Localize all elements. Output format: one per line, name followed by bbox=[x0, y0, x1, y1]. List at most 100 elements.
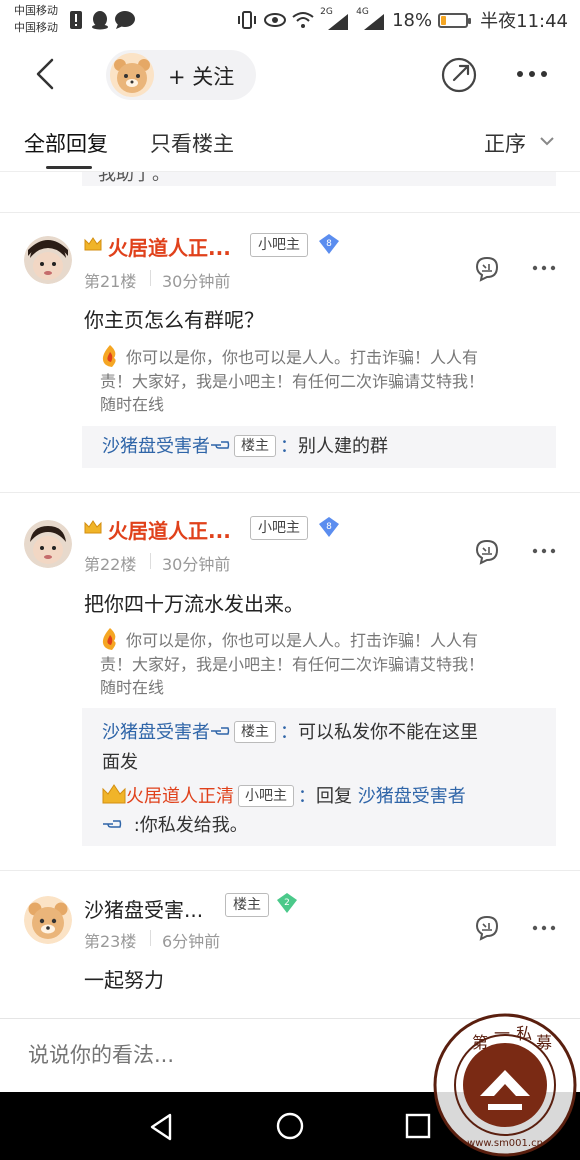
post-time: 6分钟前 bbox=[162, 932, 221, 951]
chevron-down-icon[interactable] bbox=[538, 132, 556, 150]
sub-reply-continuation: 面发 bbox=[102, 752, 138, 773]
divider bbox=[0, 212, 580, 213]
message-icon bbox=[115, 11, 135, 29]
bear-icon bbox=[110, 53, 154, 97]
svg-text:8: 8 bbox=[326, 239, 332, 249]
nav-home-icon[interactable] bbox=[275, 1111, 305, 1141]
op-badge: 楼主 bbox=[234, 435, 276, 457]
avatar[interactable] bbox=[24, 520, 72, 568]
reply-tabs: 全部回复 只看楼主 正序 bbox=[0, 112, 580, 172]
follow-label: + 关注 bbox=[168, 65, 235, 89]
svg-text:2: 2 bbox=[284, 898, 290, 908]
crown-icon bbox=[84, 237, 102, 251]
eye-icon bbox=[264, 13, 287, 27]
child-avatar-icon bbox=[24, 520, 72, 568]
signature-line: 你可以是你，你也可以是人人。打击诈骗！人人有 bbox=[126, 631, 479, 650]
more-button[interactable] bbox=[512, 64, 552, 84]
sub-reply-continuation: :你私发给我。 bbox=[102, 813, 248, 839]
signature-flame-icon bbox=[102, 345, 116, 367]
post-content: 把你四十万流水发出来。 bbox=[84, 592, 304, 616]
signal-1-icon: 2G bbox=[320, 7, 350, 30]
svg-text:www.sm001.cn: www.sm001.cn bbox=[467, 1138, 543, 1149]
sub-replies-box: 沙猪盘受害者 楼主 ：可以私发你不能在这里 面发 火居道人正清 小吧主 ：回复 沙猪盘受… bbox=[82, 708, 556, 846]
battery-icon bbox=[438, 12, 472, 28]
crown-icon bbox=[84, 520, 102, 534]
divider bbox=[0, 492, 580, 493]
sort-order-toggle[interactable]: 正序 bbox=[484, 128, 526, 158]
sub-replies-box: 沙猪盘受害者 楼主 ：别人建的群 bbox=[82, 426, 556, 468]
signature-line: 你可以是你，你也可以是人人。打击诈骗！人人有 bbox=[126, 348, 479, 367]
sub-reply-author[interactable]: 沙猪盘受害者 bbox=[102, 436, 210, 457]
pointing-hand-icon bbox=[211, 727, 230, 735]
child-avatar-icon bbox=[24, 236, 72, 284]
sub-reply[interactable]: 沙猪盘受害者 楼主 ：可以私发你不能在这里 bbox=[102, 720, 478, 746]
back-button[interactable] bbox=[26, 54, 66, 94]
op-badge: 楼主 bbox=[234, 721, 276, 743]
tab-active-indicator bbox=[46, 166, 92, 169]
reply-icon[interactable] bbox=[473, 538, 501, 566]
signal-2-icon: 4G bbox=[356, 7, 386, 30]
username[interactable]: 沙猪盘受害... bbox=[84, 894, 203, 923]
tab-all-replies[interactable]: 全部回复 bbox=[24, 128, 108, 158]
tab-only-op[interactable]: 只看楼主 bbox=[150, 128, 234, 158]
svg-text:8: 8 bbox=[326, 522, 332, 532]
post-more-icon[interactable] bbox=[532, 924, 556, 932]
sub-reply[interactable]: 沙猪盘受害者 楼主 ：别人建的群 bbox=[102, 434, 388, 460]
sub-reply-author[interactable]: 火居道人正清 bbox=[126, 786, 234, 807]
vibrate-icon bbox=[238, 11, 257, 29]
post-content: 一起努力 bbox=[84, 968, 164, 992]
svg-text:私: 私 bbox=[516, 1024, 532, 1043]
forum-avatar bbox=[110, 53, 154, 97]
signature-line: 随时在线 bbox=[100, 678, 165, 697]
watermark-seal-logo: 第 一 私 募 www.sm001.cn bbox=[433, 1013, 577, 1157]
signature-flame-icon bbox=[102, 628, 116, 650]
qq-icon bbox=[92, 11, 108, 30]
post-content: 你主页怎么有群呢？ bbox=[84, 308, 264, 332]
level-badge-icon: 2 bbox=[277, 893, 297, 913]
floor-number: 第23楼 bbox=[84, 932, 137, 951]
avatar[interactable] bbox=[24, 896, 72, 944]
top-nav: + 关注 bbox=[0, 40, 580, 112]
reply-input[interactable] bbox=[28, 1043, 408, 1067]
carrier-2: 中国移动 bbox=[14, 21, 58, 34]
signature-line: 随时在线 bbox=[100, 395, 165, 414]
signature-line: 责！大家好，我是小吧主！有任何二次诈骗请艾特我！ bbox=[100, 372, 485, 391]
username[interactable]: 火居道人正... bbox=[108, 515, 231, 544]
nav-recents-icon[interactable] bbox=[404, 1112, 432, 1140]
bear-icon bbox=[24, 896, 72, 944]
status-bar: 中国移动 中国移动 2G 4G 18% 半夜11:44 bbox=[0, 0, 580, 40]
floor-number: 第22楼 bbox=[84, 555, 137, 574]
crown-icon bbox=[102, 784, 126, 804]
sub-reply-text: 可以私发你不能在这里 bbox=[298, 722, 478, 743]
reply-icon[interactable] bbox=[473, 914, 501, 942]
carrier-1: 中国移动 bbox=[14, 4, 58, 17]
svg-text:第: 第 bbox=[472, 1033, 488, 1052]
post-more-icon[interactable] bbox=[532, 264, 556, 272]
post-more-icon[interactable] bbox=[532, 547, 556, 555]
role-badge: 小吧主 bbox=[250, 233, 308, 257]
nav-back-icon[interactable] bbox=[146, 1112, 176, 1142]
post-time: 30分钟前 bbox=[162, 555, 231, 574]
username[interactable]: 火居道人正... bbox=[108, 232, 231, 261]
level-badge-icon: 8 bbox=[319, 517, 339, 537]
sub-reply[interactable]: 火居道人正清 小吧主 ：回复 沙猪盘受害者 bbox=[102, 783, 466, 810]
post-time: 30分钟前 bbox=[162, 272, 231, 291]
meta-divider bbox=[150, 553, 151, 569]
share-button[interactable] bbox=[440, 56, 478, 94]
meta-divider bbox=[150, 930, 151, 946]
reply-to-user[interactable]: 沙猪盘受害者 bbox=[358, 786, 466, 807]
avatar[interactable] bbox=[24, 236, 72, 284]
sub-reply-text: 别人建的群 bbox=[298, 436, 388, 457]
svg-text:一: 一 bbox=[494, 1024, 510, 1043]
sub-reply-author[interactable]: 沙猪盘受害者 bbox=[102, 722, 210, 743]
op-badge: 楼主 bbox=[225, 893, 269, 917]
reply-icon[interactable] bbox=[473, 255, 501, 283]
role-badge: 小吧主 bbox=[238, 785, 294, 807]
signature-line: 责！大家好，我是小吧主！有任何二次诈骗请艾特我！ bbox=[100, 655, 485, 674]
previous-sub-reply-remnant: 我助了。 bbox=[82, 172, 556, 186]
level-badge-icon: 8 bbox=[319, 234, 339, 254]
follow-button[interactable]: + 关注 bbox=[106, 50, 256, 100]
alert-icon bbox=[70, 11, 82, 29]
pointing-hand-icon bbox=[211, 441, 230, 449]
meta-divider bbox=[150, 270, 151, 286]
